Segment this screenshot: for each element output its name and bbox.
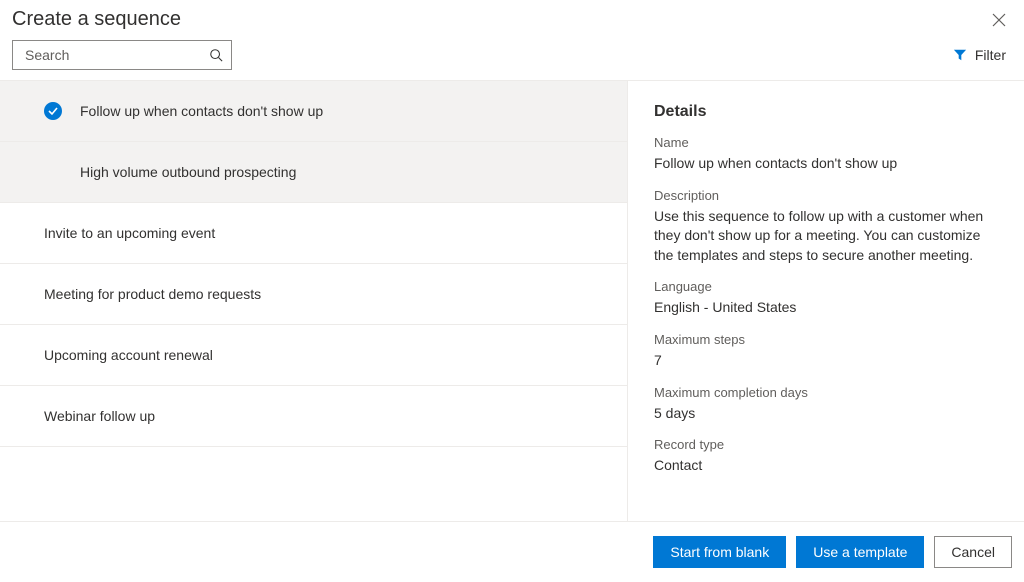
list-item[interactable]: Invite to an upcoming event [0,203,627,264]
close-button[interactable] [986,8,1012,34]
cancel-button[interactable]: Cancel [934,536,1012,568]
list-item[interactable]: Meeting for product demo requests [0,264,627,325]
field-value-max-days: 5 days [654,404,1000,424]
filter-button[interactable]: Filter [947,46,1012,64]
list-item[interactable]: Webinar follow up [0,386,627,447]
field-value-name: Follow up when contacts don't show up [654,154,1000,174]
field-value-language: English - United States [654,298,1000,318]
dialog-body: Follow up when contacts don't show up Hi… [0,80,1024,521]
field-label-record-type: Record type [654,437,1000,452]
details-pane: Details Name Follow up when contacts don… [628,81,1024,521]
field-value-record-type: Contact [654,456,1000,476]
dialog-header: Create a sequence [0,0,1024,38]
dialog-footer: Start from blank Use a template Cancel [0,521,1024,582]
start-from-blank-button[interactable]: Start from blank [653,536,786,568]
field-value-max-steps: 7 [654,351,1000,371]
template-list: Follow up when contacts don't show up Hi… [0,81,628,521]
field-label-max-days: Maximum completion days [654,385,1000,400]
search-input-wrapper[interactable] [12,40,232,70]
field-label-name: Name [654,135,1000,150]
dialog-title: Create a sequence [12,8,181,31]
dialog-toolbar: Filter [0,38,1024,80]
checkmark-icon [48,106,58,116]
filter-label: Filter [975,47,1006,63]
list-item-label: Invite to an upcoming event [44,225,215,241]
list-item-label: Upcoming account renewal [44,347,213,363]
field-label-max-steps: Maximum steps [654,332,1000,347]
list-item[interactable]: Follow up when contacts don't show up [0,81,627,142]
field-value-description: Use this sequence to follow up with a cu… [654,207,994,266]
selected-indicator [44,102,62,120]
list-item-label: High volume outbound prospecting [80,164,296,180]
field-label-language: Language [654,279,1000,294]
search-icon [209,48,223,62]
search-input[interactable] [23,46,209,64]
list-item-label: Follow up when contacts don't show up [80,103,323,119]
close-icon [992,13,1006,27]
list-item[interactable]: High volume outbound prospecting [0,142,627,203]
create-sequence-dialog: Create a sequence Filter [0,0,1024,582]
list-item[interactable]: Upcoming account renewal [0,325,627,386]
filter-icon [953,48,967,62]
list-item-label: Webinar follow up [44,408,155,424]
field-label-description: Description [654,188,1000,203]
list-item-label: Meeting for product demo requests [44,286,261,302]
use-template-button[interactable]: Use a template [796,536,924,568]
details-heading: Details [654,103,1000,121]
